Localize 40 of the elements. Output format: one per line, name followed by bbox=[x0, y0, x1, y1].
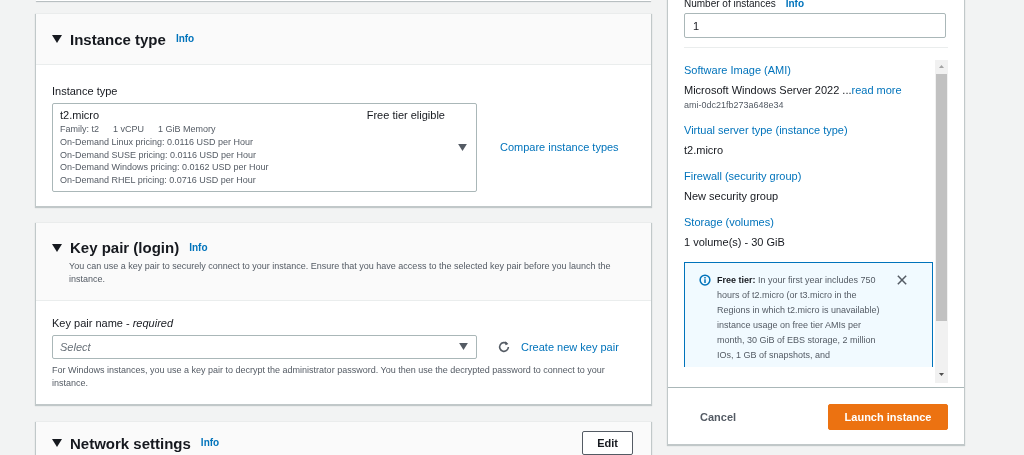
compare-instance-types-link[interactable]: Compare instance types bbox=[500, 141, 619, 154]
summary-value: Microsoft Windows Server 2022 ... bbox=[684, 84, 852, 96]
read-more-link[interactable]: read more bbox=[851, 84, 902, 96]
section-title: Network settings bbox=[70, 434, 191, 452]
scrollbar[interactable] bbox=[935, 60, 948, 383]
summary-value: t2.micro bbox=[684, 144, 724, 156]
close-icon[interactable] bbox=[897, 275, 907, 285]
summary-section-link[interactable]: Storage (volumes) bbox=[684, 216, 935, 228]
alert-text: Free tier: In your first year includes 750 hours of t2.micro (or t3.micro in the Regions in which t2.micro is unavailable) instance usage on free tier AMIs per month, 30 GiB of EBS storage, 2 million IOs, 1 GB of snapshots, and bbox=[717, 274, 881, 362]
caret-icon[interactable] bbox=[458, 144, 467, 151]
info-link[interactable]: Info bbox=[189, 243, 208, 252]
launch-instance-button[interactable]: Launch instance bbox=[828, 404, 948, 430]
edit-button[interactable]: Edit bbox=[582, 431, 633, 455]
field-label: Key pair name - required bbox=[52, 317, 175, 329]
info-link[interactable]: Info bbox=[785, 0, 805, 8]
info-link[interactable]: Info bbox=[175, 35, 195, 43]
helper-text: For Windows instances, you use a key pair to decrypt the administrator password. You then use the decrypted password to connect to your instance. bbox=[52, 364, 606, 390]
collapse-triangle-icon[interactable] bbox=[52, 243, 62, 252]
field-label: Number of instances bbox=[684, 0, 776, 8]
key-pair-select[interactable]: Select bbox=[52, 335, 477, 359]
number-of-instances-input[interactable]: 1 bbox=[684, 13, 946, 38]
summary-section-link[interactable]: Software Image (AMI) bbox=[684, 64, 935, 76]
summary-section-link[interactable]: Firewall (security group) bbox=[684, 170, 935, 182]
caret-icon[interactable] bbox=[459, 343, 468, 350]
summary-section-link[interactable]: Virtual server type (instance type) bbox=[684, 124, 935, 136]
field-label: Instance type bbox=[52, 85, 119, 97]
ami-id: ami-0dc21fb273a648e34 bbox=[684, 100, 785, 110]
info-icon bbox=[699, 274, 711, 286]
section-title: Key pair (login) bbox=[70, 239, 180, 256]
section-title: Instance type bbox=[70, 30, 166, 48]
cancel-button[interactable]: Cancel bbox=[684, 405, 753, 429]
summary-value: New security group bbox=[684, 190, 779, 202]
summary-value: 1 volume(s) - 30 GiB bbox=[684, 236, 785, 248]
create-key-pair-link[interactable]: Create new key pair bbox=[521, 341, 619, 353]
collapse-triangle-icon[interactable] bbox=[52, 439, 62, 447]
info-link[interactable]: Info bbox=[200, 439, 220, 447]
refresh-icon[interactable] bbox=[497, 340, 511, 354]
section-description: You can use a key pair to securely connect to your instance. Ensure that you have access to the selected key pair before you launch the instance. bbox=[69, 260, 612, 286]
collapse-triangle-icon[interactable] bbox=[52, 35, 62, 43]
instance-type-select[interactable]: t2.micro Free tier eligible Family: t2 1 vCPU 1 GiB Memory On-Demand Linux pricing: 0.0116 USD per Hour On-Demand SUSE pricing: 0.0116 USD per Hour On-Demand Windows pricing: 0.0162 USD per Hour On-Demand RHEL pricing: 0.0716 USD per Hour bbox=[52, 103, 477, 192]
